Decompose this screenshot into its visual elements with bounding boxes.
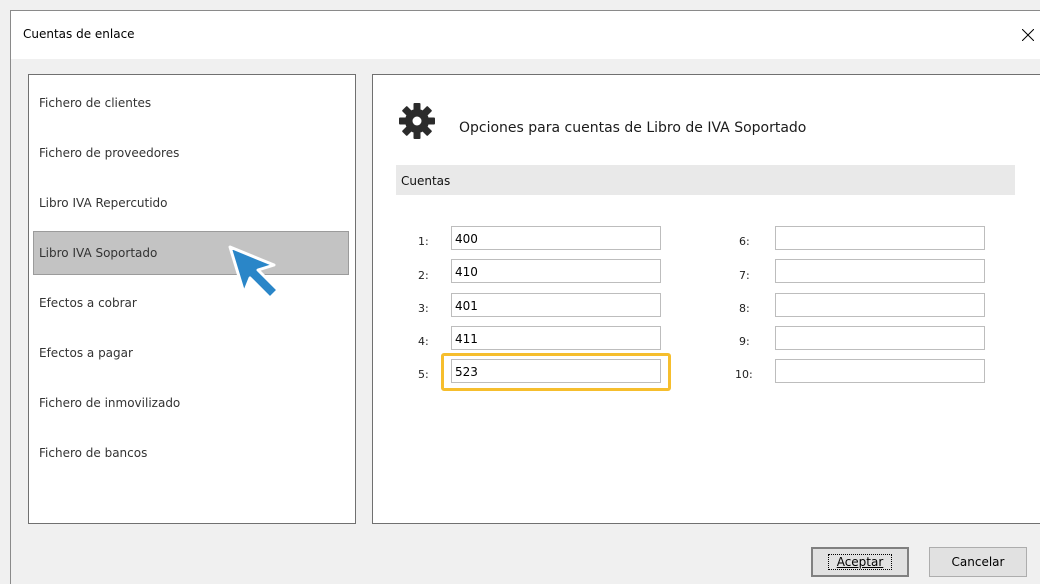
dialog-window: Cuentas de enlace Fichero de clientes Fi… (10, 10, 1040, 584)
account-label-4: 4: (418, 335, 429, 348)
account-field-4[interactable] (451, 326, 661, 350)
account-field-7[interactable] (775, 259, 985, 283)
options-heading: Opciones para cuentas de Libro de IVA So… (459, 120, 807, 136)
account-label-1: 1: (418, 235, 429, 248)
nav-item-fichero-clientes[interactable]: Fichero de clientes (33, 81, 349, 125)
section-label: Cuentas (401, 174, 451, 188)
highlight-box (441, 353, 671, 391)
account-label-3: 3: (418, 302, 429, 315)
nav-item-label: Fichero de proveedores (39, 146, 180, 160)
account-label-9: 9: (739, 335, 750, 348)
account-field-8[interactable] (775, 293, 985, 317)
accept-button-label: Aceptar (827, 554, 893, 570)
cancel-button[interactable]: Cancelar (929, 547, 1027, 577)
account-field-1[interactable] (451, 226, 661, 250)
close-button[interactable] (1013, 19, 1040, 51)
nav-item-efectos-cobrar[interactable]: Efectos a cobrar (33, 281, 349, 325)
nav-item-fichero-proveedores[interactable]: Fichero de proveedores (33, 131, 349, 175)
cursor-arrow-icon (228, 245, 280, 300)
window-title: Cuentas de enlace (23, 27, 135, 41)
nav-item-label: Fichero de inmovilizado (39, 396, 181, 410)
accept-button[interactable]: Aceptar (811, 547, 909, 577)
close-icon (1022, 29, 1034, 41)
nav-item-label: Libro IVA Repercutido (39, 196, 168, 210)
section-header-cuentas: Cuentas (396, 165, 1015, 195)
account-field-9[interactable] (775, 326, 985, 350)
nav-list: Fichero de clientes Fichero de proveedor… (28, 74, 356, 524)
nav-item-label: Efectos a cobrar (39, 296, 137, 310)
account-label-2: 2: (418, 269, 429, 282)
gear-icon (399, 103, 435, 139)
account-label-10: 10: (735, 368, 753, 381)
account-label-7: 7: (739, 269, 750, 282)
account-field-3[interactable] (451, 293, 661, 317)
account-label-5: 5: (418, 368, 429, 381)
account-field-6[interactable] (775, 226, 985, 250)
title-bar: Cuentas de enlace (11, 11, 1040, 59)
nav-item-efectos-pagar[interactable]: Efectos a pagar (33, 331, 349, 375)
account-field-10[interactable] (775, 359, 985, 383)
nav-item-label: Fichero de bancos (39, 446, 148, 460)
account-label-6: 6: (739, 235, 750, 248)
nav-item-label: Libro IVA Soportado (39, 246, 158, 260)
nav-item-libro-iva-repercutido[interactable]: Libro IVA Repercutido (33, 181, 349, 225)
nav-item-label: Fichero de clientes (39, 96, 152, 110)
nav-item-label: Efectos a pagar (39, 346, 133, 360)
options-panel: Opciones para cuentas de Libro de IVA So… (372, 74, 1040, 524)
account-field-2[interactable] (451, 259, 661, 283)
nav-item-fichero-bancos[interactable]: Fichero de bancos (33, 431, 349, 475)
nav-item-fichero-inmovilizado[interactable]: Fichero de inmovilizado (33, 381, 349, 425)
nav-item-libro-iva-soportado[interactable]: Libro IVA Soportado (33, 231, 349, 275)
account-label-8: 8: (739, 302, 750, 315)
